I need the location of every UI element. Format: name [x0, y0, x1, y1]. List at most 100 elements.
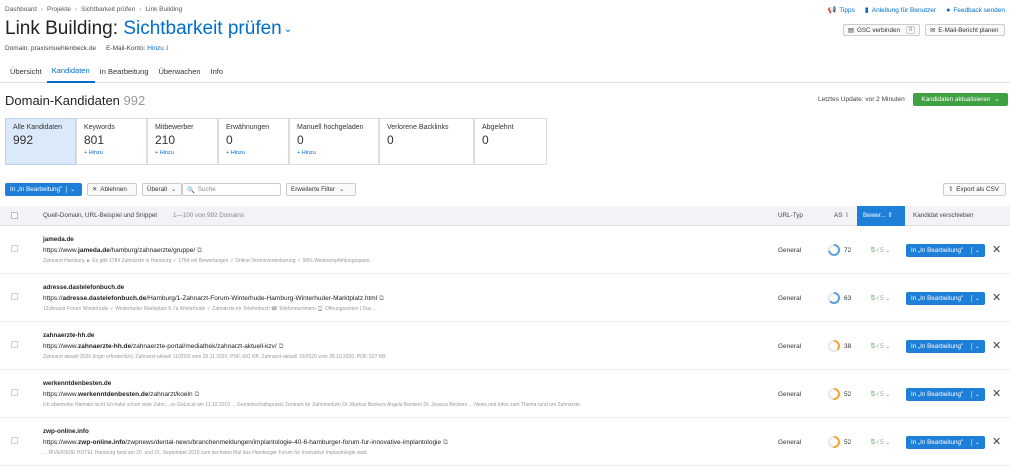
card-add-link[interactable]: + Hinzu	[84, 150, 139, 156]
gsc-connect-button[interactable]: ▤ GSC verbinden 0	[843, 24, 920, 36]
row-rating[interactable]: 5 / 5 ⌄	[871, 391, 890, 398]
chevron-down-icon[interactable]: ⌄	[970, 295, 980, 302]
external-link-icon[interactable]: ⧉	[197, 247, 202, 254]
row-rating[interactable]: 5 / 5 ⌄	[871, 439, 890, 446]
url-host: jameda.de	[78, 247, 110, 254]
row-checkbox[interactable]	[11, 293, 18, 300]
chevron-down-icon[interactable]: ⌄	[970, 439, 980, 446]
chevron-down-icon[interactable]: ⌄	[970, 343, 980, 350]
row-url[interactable]: https://www.zwp-online.info/zwpnews/dent…	[43, 439, 448, 447]
bulk-move-button[interactable]: In „In Bearbeitung" ⌄	[5, 183, 82, 196]
info-icon[interactable]: ℹ	[166, 44, 168, 52]
row-checkbox[interactable]	[11, 245, 18, 252]
authority-score-value: 38	[844, 342, 852, 350]
row-move-button[interactable]: In „In Bearbeitung" ⌄	[906, 436, 985, 449]
row-reject-icon[interactable]: ✕	[992, 291, 1001, 304]
chevron-down-icon[interactable]: ⌄	[284, 24, 292, 35]
row-move-button[interactable]: In „In Bearbeitung" ⌄	[906, 388, 985, 401]
row-url[interactable]: https://adresse.dastelefonbuch.de/Hambur…	[43, 295, 384, 303]
row-domain[interactable]: zwp-online.info	[43, 428, 89, 435]
card-add-link[interactable]: + Hinzu	[155, 150, 210, 156]
header-as[interactable]: AS ⇕	[834, 212, 849, 219]
project-selector[interactable]: Sichtbarkeit prüfen	[123, 18, 281, 40]
card-lost-backlinks[interactable]: Verlorene Backlinks 0	[379, 118, 474, 165]
row-move-label: In „In Bearbeitung"	[911, 295, 964, 302]
select-all-checkbox[interactable]	[11, 212, 18, 219]
chevron-down-icon[interactable]: ⌄	[66, 186, 75, 193]
row-reject-icon[interactable]: ✕	[992, 339, 1001, 352]
tab-ueberwachen[interactable]: Überwachen	[153, 61, 205, 83]
row-url-type: General	[778, 343, 802, 350]
row-checkbox[interactable]	[11, 389, 18, 396]
tab-in-bearbeitung[interactable]: In Bearbeitung	[95, 61, 154, 83]
card-rejected[interactable]: Abgelehnt 0	[474, 118, 547, 165]
external-link-icon[interactable]: ⧉	[195, 391, 200, 398]
email-add-link[interactable]: Hinzu	[147, 45, 164, 52]
card-value: 0	[226, 133, 233, 147]
external-link-icon[interactable]: ⧉	[379, 295, 384, 302]
update-candidates-button[interactable]: Kandidaten aktualisieren ⌄	[913, 93, 1008, 106]
breadcrumb-projekte[interactable]: Projekte	[47, 6, 71, 13]
row-move-button[interactable]: In „In Bearbeitung" ⌄	[906, 244, 985, 257]
card-all-candidates[interactable]: Alle Kandidaten 992	[5, 118, 76, 165]
scope-select[interactable]: Überall ⌄	[142, 183, 182, 196]
row-reject-icon[interactable]: ✕	[992, 435, 1001, 448]
row-reject-icon[interactable]: ✕	[992, 243, 1001, 256]
authority-score-value: 52	[844, 438, 852, 446]
search-input[interactable]: 🔍 Suche	[182, 183, 281, 196]
row-rating[interactable]: 5 / 5 ⌄	[871, 343, 890, 350]
row-reject-icon[interactable]: ✕	[992, 387, 1001, 400]
chevron-down-icon[interactable]: ⌄	[970, 391, 980, 398]
email-report-button[interactable]: ✉ E-Mail-Bericht planen	[925, 24, 1005, 36]
header-url-type[interactable]: URL-Typ	[778, 212, 803, 219]
row-rating[interactable]: 5 / 5 ⌄	[871, 247, 890, 254]
chat-icon: ●	[946, 6, 951, 14]
reject-button[interactable]: ✕ Ablehnen	[87, 183, 137, 196]
row-rating[interactable]: 5 / 5 ⌄	[871, 295, 890, 302]
feedback-link[interactable]: ● Feedback senden	[946, 7, 1005, 14]
card-manual-upload[interactable]: Manuell hochgeladen 0 + Hinzu	[289, 118, 379, 165]
project-meta: Domain: praxismuehlenbeck.de E-Mail-Kont…	[5, 44, 168, 53]
manual-link[interactable]: ▮ Anleitung für Benutzer	[865, 6, 936, 15]
bulk-move-label: In „In Bearbeitung"	[10, 186, 63, 193]
row-checkbox[interactable]	[11, 341, 18, 348]
tab-uebersicht[interactable]: Übersicht	[5, 61, 47, 83]
row-domain[interactable]: jameda.de	[43, 236, 74, 243]
external-link-icon[interactable]: ⧉	[279, 343, 284, 350]
row-move-button[interactable]: In „In Bearbeitung" ⌄	[906, 340, 985, 353]
chevron-right-icon: ›	[40, 6, 43, 13]
chevron-down-icon[interactable]: ⌄	[970, 247, 980, 254]
tips-link[interactable]: 📢 Tipps	[828, 6, 855, 15]
row-url[interactable]: https://www.zahnaerzte-hh.de/zahnaerzte-…	[43, 343, 283, 351]
row-domain[interactable]: werkenntdenbesten.de	[43, 380, 111, 387]
row-url-type: General	[778, 439, 802, 446]
card-add-link[interactable]: + Hinzu	[226, 150, 281, 156]
url-path: /zahnaerzte-portal/mediathek/zahnarzt-ak…	[131, 343, 277, 350]
row-move-button[interactable]: In „In Bearbeitung" ⌄	[906, 292, 985, 305]
email-report-label: E-Mail-Bericht planen	[938, 26, 999, 34]
breadcrumb-project[interactable]: Sichtbarkeit prüfen	[81, 6, 135, 13]
advanced-filter-button[interactable]: Erweiterte Filter ⌄	[286, 183, 356, 196]
tab-kandidaten[interactable]: Kandidaten	[46, 61, 95, 83]
row-url[interactable]: https://www.jameda.de/hamburg/zahnaerzte…	[43, 247, 202, 255]
header-rating-label: Bewer...	[863, 212, 886, 219]
row-domain[interactable]: adresse.dastelefonbuch.de	[43, 284, 124, 291]
row-url-type: General	[778, 295, 802, 302]
advanced-filter-label: Erweiterte Filter	[291, 186, 336, 193]
card-label: Erwähnungen	[226, 124, 270, 131]
external-link-icon[interactable]: ⧉	[443, 439, 448, 446]
card-keywords[interactable]: Keywords 801 + Hinzu	[76, 118, 147, 165]
export-csv-button[interactable]: ⇪ Export als CSV	[943, 183, 1006, 196]
row-domain[interactable]: zahnaerzte-hh.de	[43, 332, 94, 339]
row-move-label: In „In Bearbeitung"	[911, 343, 964, 350]
card-add-link[interactable]: + Hinzu	[297, 150, 371, 156]
header-range: 1—100 von 992 Domains	[173, 212, 245, 219]
card-competitors[interactable]: Mitbewerber 210 + Hinzu	[147, 118, 218, 165]
row-checkbox[interactable]	[11, 437, 18, 444]
breadcrumb-dashboard[interactable]: Dashboard	[5, 6, 37, 13]
row-url[interactable]: https://www.werkenntdenbesten.de/zahnarz…	[43, 391, 199, 399]
card-mentions[interactable]: Erwähnungen 0 + Hinzu	[218, 118, 289, 165]
header-rating[interactable]: Bewer... ⇕	[857, 206, 905, 226]
tab-info[interactable]: Info	[206, 61, 229, 83]
authority-score-ring	[828, 340, 840, 352]
